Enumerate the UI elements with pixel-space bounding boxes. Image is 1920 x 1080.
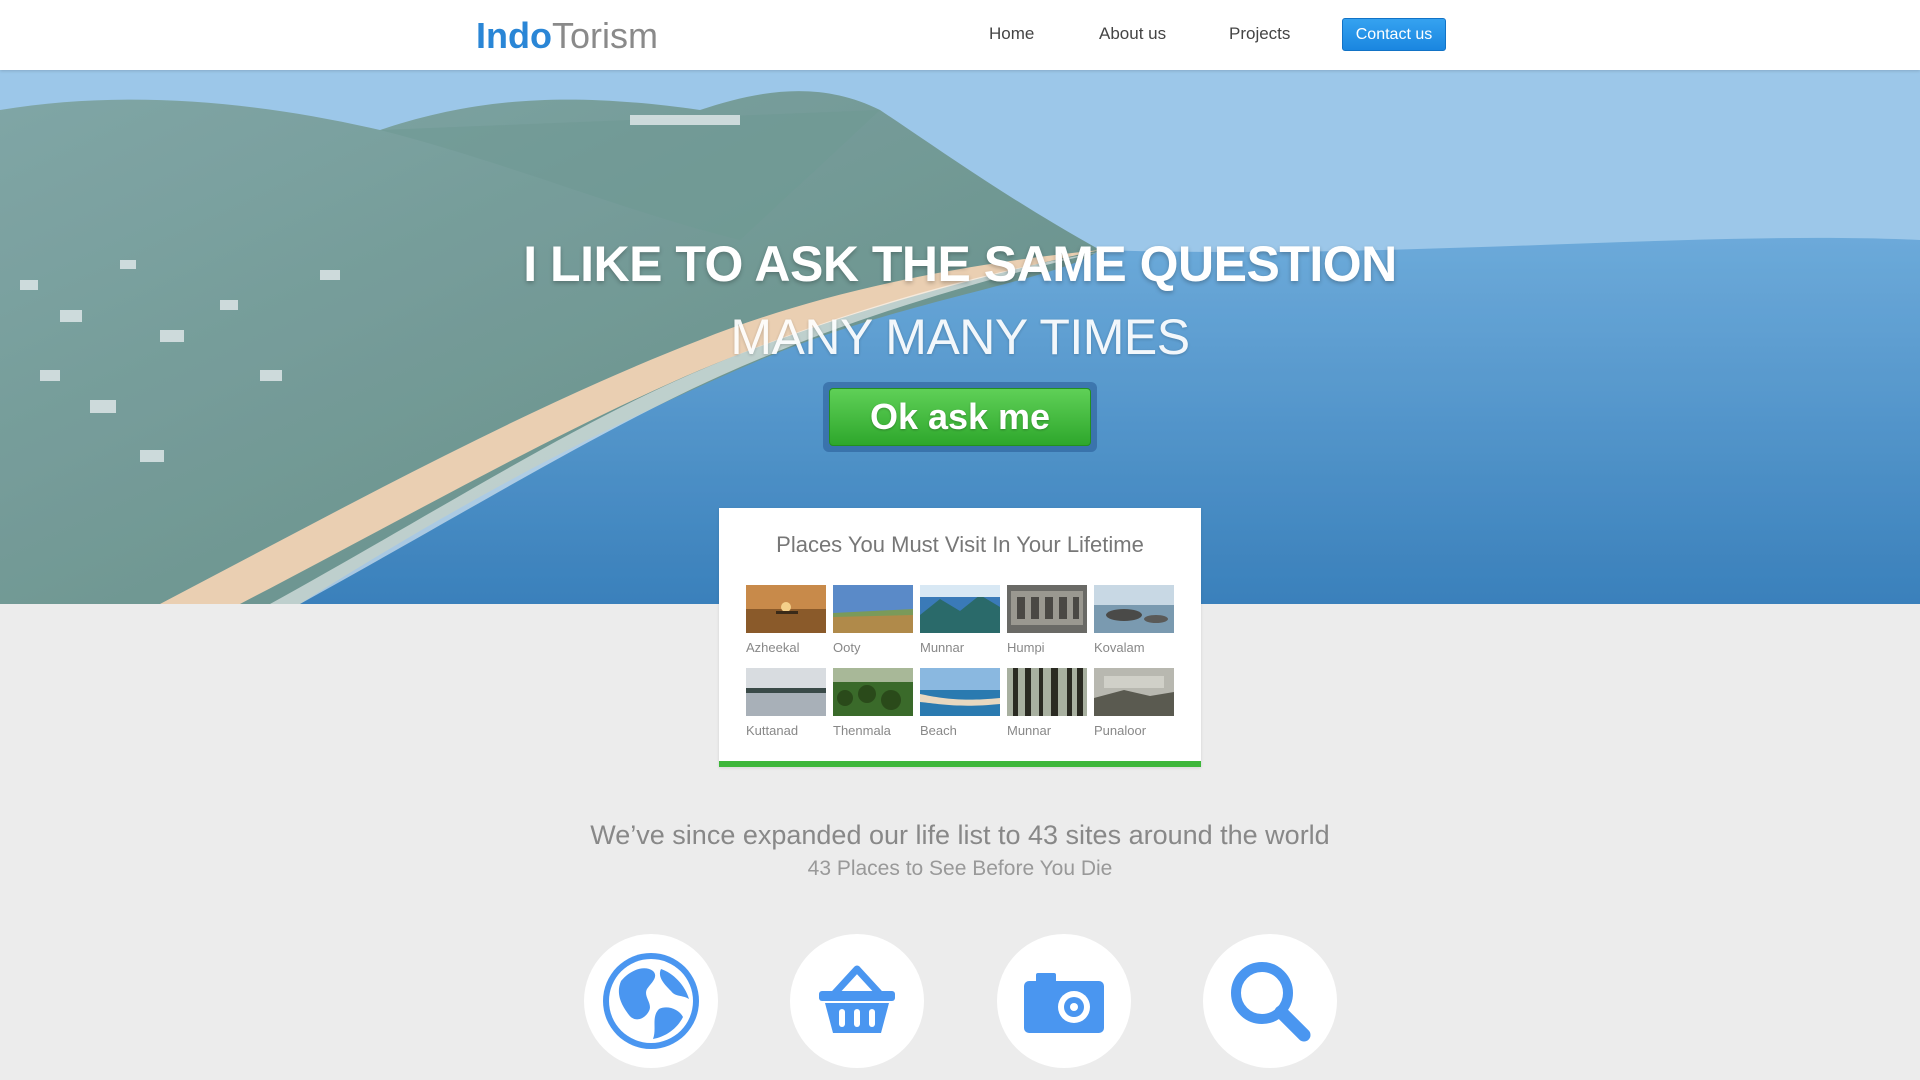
place-photo-munnar <box>920 585 1000 633</box>
place-thumbnail[interactable]: Beach <box>920 668 1000 738</box>
hero-headline: I LIKE TO ASK THE SAME QUESTION <box>523 236 1397 292</box>
place-thumbnail[interactable]: Azheekal <box>746 585 826 655</box>
logo-light-text: Torism <box>551 15 658 56</box>
site-logo[interactable]: IndoTorism <box>476 16 658 56</box>
places-card-title: Places You Must Visit In Your Lifetime <box>776 532 1144 557</box>
contact-us-button[interactable]: Contact us <box>1342 18 1446 51</box>
place-caption: Thenmala <box>833 723 891 738</box>
feature-camera[interactable] <box>997 934 1131 1068</box>
tagline-main: We’ve since expanded our life list to 43… <box>590 820 1330 850</box>
nav-home-link[interactable]: Home <box>989 24 1034 44</box>
place-photo-munnar-forest <box>1007 668 1087 716</box>
camera-icon <box>1024 973 1104 1033</box>
place-caption: Punaloor <box>1094 723 1147 738</box>
place-caption: Humpi <box>1007 640 1045 655</box>
place-caption: Kovalam <box>1094 640 1145 655</box>
place-caption: Munnar <box>1007 723 1052 738</box>
cta-button-frame: Ok ask me <box>823 382 1097 452</box>
place-thumbnail[interactable]: Thenmala <box>833 668 913 738</box>
tagline-sub: 43 Places to See Before You Die <box>807 857 1113 880</box>
logo-bold-text: Indo <box>476 15 552 56</box>
nav-about-link[interactable]: About us <box>1099 24 1166 44</box>
place-photo-thenmala <box>833 668 913 716</box>
place-photo-ooty <box>833 585 913 633</box>
place-photo-kovalam <box>1094 585 1174 633</box>
place-thumbnail[interactable]: Munnar <box>1007 668 1087 738</box>
place-photo-kuttanad <box>746 668 826 716</box>
basket-icon <box>819 965 895 1033</box>
place-photo-punaloor <box>1094 668 1174 716</box>
top-navbar: IndoTorism Home About us Projects Contac… <box>0 0 1920 70</box>
place-caption: Kuttanad <box>746 723 799 738</box>
nav-projects-link[interactable]: Projects <box>1229 24 1290 44</box>
place-thumbnail[interactable]: Punaloor <box>1094 668 1174 738</box>
place-photo-humpi <box>1007 585 1087 633</box>
search-icon <box>1231 962 1311 1042</box>
place-caption: Ooty <box>833 640 861 655</box>
places-card: Places You Must Visit In Your Lifetime A… <box>719 508 1201 767</box>
place-thumbnail[interactable]: Kovalam <box>1094 585 1174 655</box>
globe-icon <box>603 953 699 1049</box>
feature-globe[interactable] <box>584 934 718 1068</box>
place-thumbnail[interactable]: Kuttanad <box>746 668 826 738</box>
place-thumbnail[interactable]: Munnar <box>920 585 1000 655</box>
feature-basket[interactable] <box>790 934 924 1068</box>
place-caption: Beach <box>920 723 957 738</box>
place-photo-beach <box>920 668 1000 716</box>
place-thumbnail[interactable]: Ooty <box>833 585 913 655</box>
feature-search[interactable] <box>1203 934 1337 1068</box>
place-caption: Azheekal <box>746 640 800 655</box>
hero-subheadline: MANY MANY TIMES <box>730 309 1190 365</box>
place-thumbnail[interactable]: Humpi <box>1007 585 1087 655</box>
ok-ask-me-button[interactable]: Ok ask me <box>829 388 1091 446</box>
place-caption: Munnar <box>920 640 965 655</box>
place-photo-azheekal <box>746 585 826 633</box>
